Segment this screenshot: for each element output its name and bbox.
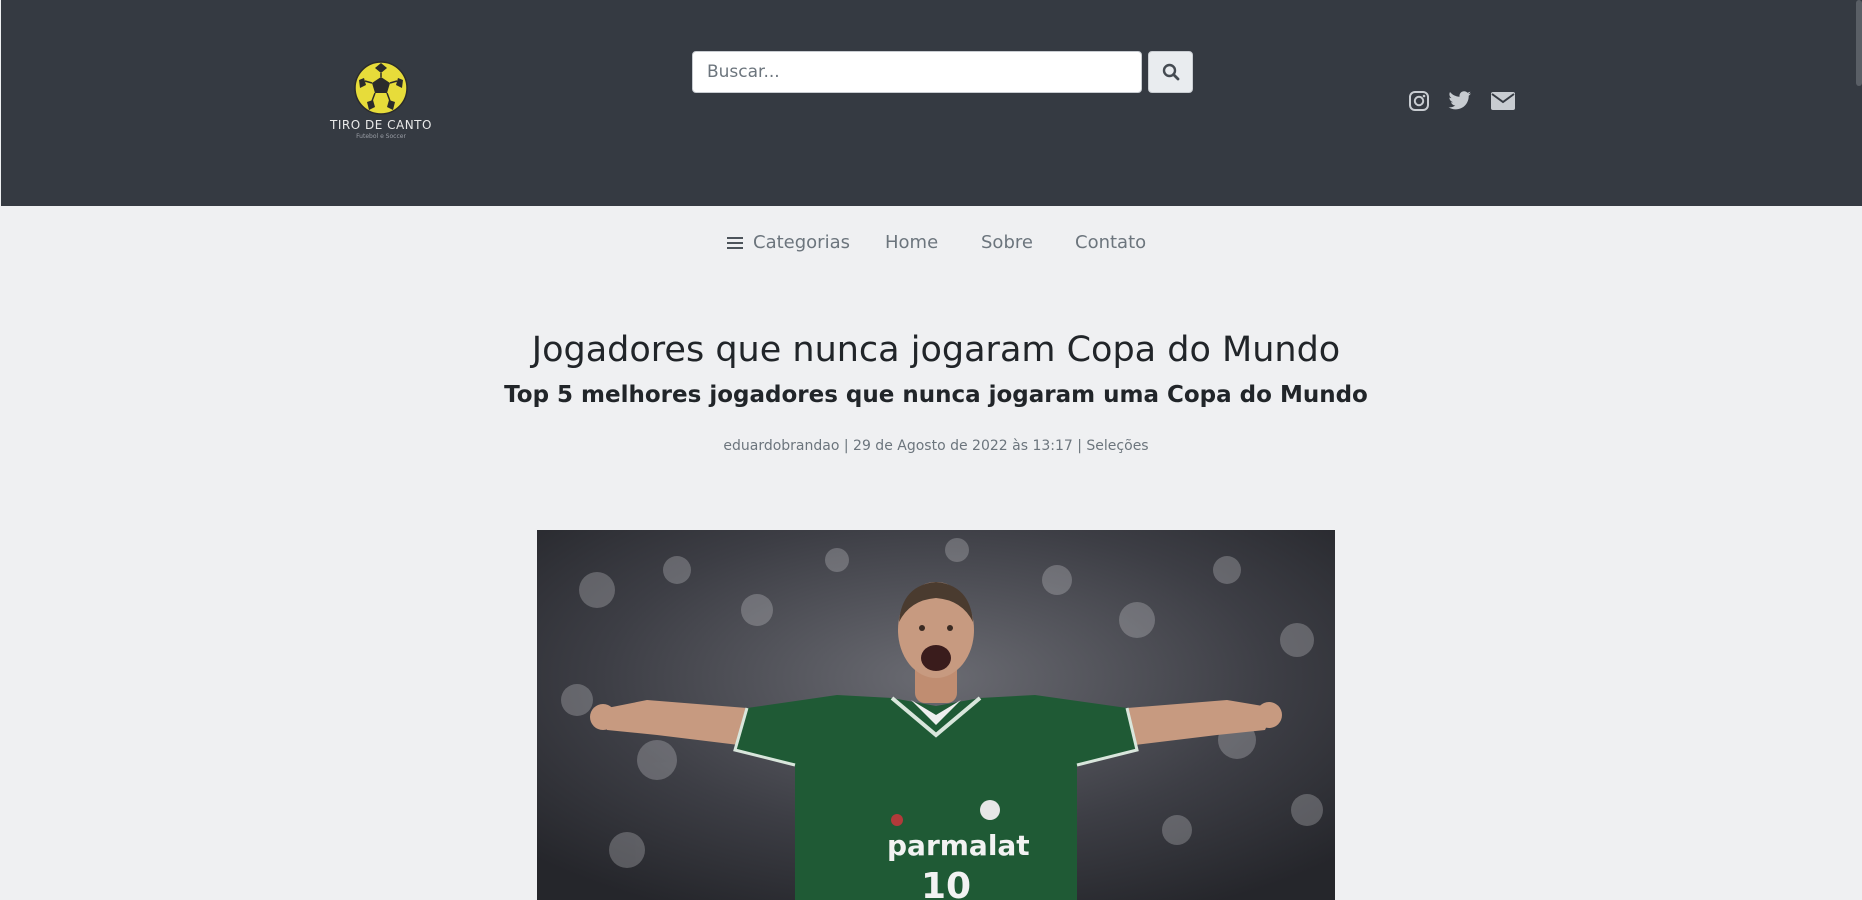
- main-nav: Categorias Home Sobre Contato: [0, 232, 1862, 258]
- nav-contact[interactable]: Contato: [1075, 232, 1146, 253]
- article-date: 29 de Agosto de 2022 às 13:17: [853, 438, 1073, 454]
- club-crest-icon: [980, 800, 1000, 820]
- email-link[interactable]: [1491, 89, 1515, 113]
- search-input[interactable]: [692, 51, 1142, 93]
- hamburger-menu-icon: [727, 235, 745, 251]
- search-button[interactable]: [1148, 51, 1193, 93]
- search-icon: [1162, 63, 1179, 81]
- meta-separator: |: [1077, 438, 1082, 454]
- scrollbar-thumb[interactable]: [1856, 0, 1862, 86]
- nav-categories[interactable]: Categorias: [727, 232, 850, 253]
- article-hero-image: parmalat 10: [537, 530, 1335, 900]
- article-title: Jogadores que nunca jogaram Copa do Mund…: [531, 330, 1341, 370]
- site-logo[interactable]: TIRO DE CANTO Futebol e Soccer: [327, 60, 435, 148]
- nav-home[interactable]: Home: [885, 232, 938, 253]
- soccer-ball-icon: [354, 61, 408, 115]
- nav-about[interactable]: Sobre: [981, 232, 1033, 253]
- article-category[interactable]: Seleções: [1086, 438, 1148, 454]
- brand-name: TIRO DE CANTO: [330, 118, 432, 132]
- article-subtitle: Top 5 melhores jogadores que nunca jogar…: [504, 382, 1368, 408]
- jersey-sponsor: parmalat: [887, 829, 1030, 862]
- jersey-number: 10: [921, 866, 971, 900]
- meta-separator: |: [843, 438, 849, 454]
- instagram-icon: [1409, 91, 1429, 111]
- envelope-icon: [1491, 92, 1515, 110]
- article-meta: eduardobrandao | 29 de Agosto de 2022 às…: [0, 438, 1862, 454]
- twitter-icon: [1448, 91, 1471, 110]
- article-author: eduardobrandao: [723, 438, 840, 454]
- nav-categories-label: Categorias: [753, 232, 850, 253]
- instagram-link[interactable]: [1408, 89, 1430, 113]
- player-celebration-photo: parmalat 10: [537, 530, 1335, 900]
- twitter-link[interactable]: [1448, 89, 1472, 113]
- brand-tagline: Futebol e Soccer: [356, 133, 406, 140]
- site-header: TIRO DE CANTO Futebol e Soccer: [1, 0, 1862, 206]
